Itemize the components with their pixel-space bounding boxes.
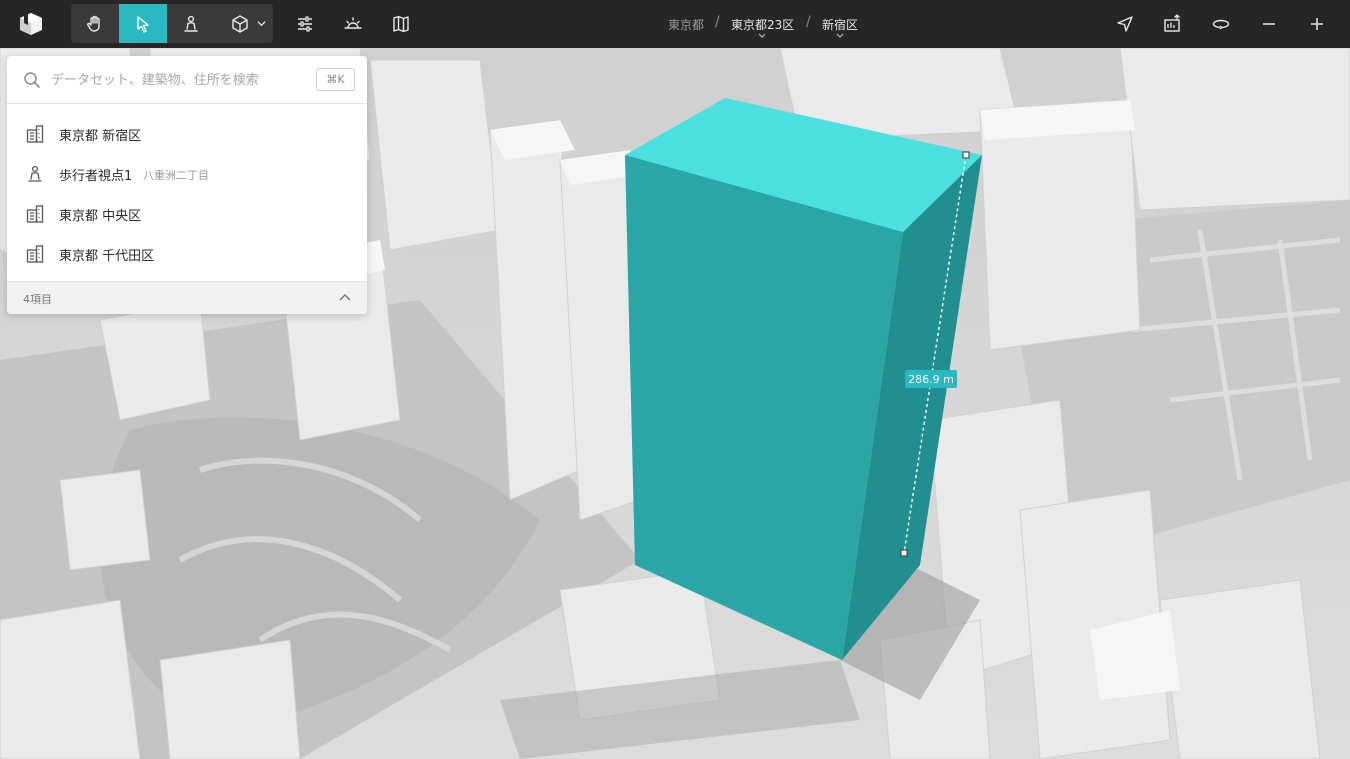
building-icon	[26, 125, 44, 143]
screenshot-button[interactable]	[1149, 4, 1197, 43]
sliders-icon	[298, 15, 312, 32]
search-input[interactable]	[51, 68, 311, 92]
chevron-down-icon[interactable]	[758, 33, 766, 38]
shortcut-badge: ⌘K	[316, 68, 355, 91]
search-result-sublabel: 八重洲二丁目	[143, 169, 209, 182]
search-result-label: 東京都 新宿区	[59, 129, 142, 144]
search-bar: ⌘K	[7, 56, 367, 104]
sun-lighting-button[interactable]	[329, 4, 377, 43]
orbit-button[interactable]	[1197, 4, 1245, 43]
search-result-item[interactable]: 東京都 千代田区	[7, 234, 367, 274]
breadcrumb-root[interactable]: 東京都	[668, 16, 704, 33]
building-icon	[26, 205, 44, 223]
orbit-icon	[1212, 19, 1230, 30]
zoom-in-button[interactable]	[1293, 4, 1341, 43]
settings-sliders-button[interactable]	[281, 4, 329, 43]
search-result-item[interactable]: 東京都 新宿区	[7, 114, 367, 154]
breadcrumb-level3[interactable]: 新宿区	[822, 16, 858, 33]
search-panel: ⌘K 東京都 新宿区 歩行者視点1 八重洲二丁目 東京都 中央区 東京都 千	[7, 56, 367, 314]
screenshot-icon	[1164, 13, 1180, 32]
search-result-item[interactable]: 東京都 中央区	[7, 194, 367, 234]
pedestrian-icon	[28, 165, 42, 182]
pan-tool-button[interactable]	[71, 4, 119, 43]
height-measurement-label: 286.9 m	[905, 370, 957, 388]
select-tool-button[interactable]	[119, 4, 167, 43]
draw-shape-tool-button[interactable]	[215, 4, 273, 43]
map-layers-button[interactable]	[377, 4, 425, 43]
pointer-icon	[137, 15, 149, 33]
cube-icon	[232, 14, 248, 33]
building-icon	[26, 245, 44, 263]
zoom-out-icon	[1263, 22, 1275, 25]
search-icon	[24, 72, 40, 88]
zoom-out-button[interactable]	[1245, 4, 1293, 43]
search-result-label: 東京都 中央区	[59, 209, 142, 224]
hand-icon	[87, 15, 100, 32]
pedestrian-icon	[184, 15, 198, 32]
zoom-in-icon	[1311, 17, 1323, 30]
chevron-down-icon	[257, 21, 266, 27]
breadcrumb-level2[interactable]: 東京都23区	[731, 16, 794, 33]
search-result-label: 歩行者視点1	[59, 169, 133, 184]
chevron-up-icon[interactable]	[337, 290, 353, 306]
map-icon	[393, 15, 409, 32]
search-result-item[interactable]: 歩行者視点1 八重洲二丁目	[7, 154, 367, 194]
navigate-button[interactable]	[1101, 4, 1149, 43]
sunrise-icon	[344, 16, 362, 29]
search-panel-footer: 4項目	[7, 281, 367, 314]
top-toolbar: 東京都 / 東京都23区 / 新宿区	[0, 0, 1350, 48]
navigate-icon	[1117, 15, 1133, 32]
search-result-label: 東京都 千代田区	[59, 249, 155, 264]
pedestrian-tool-button[interactable]	[167, 4, 215, 43]
result-count: 4項目	[23, 293, 52, 306]
app-logo-icon[interactable]	[18, 11, 44, 37]
chevron-down-icon[interactable]	[836, 33, 844, 38]
